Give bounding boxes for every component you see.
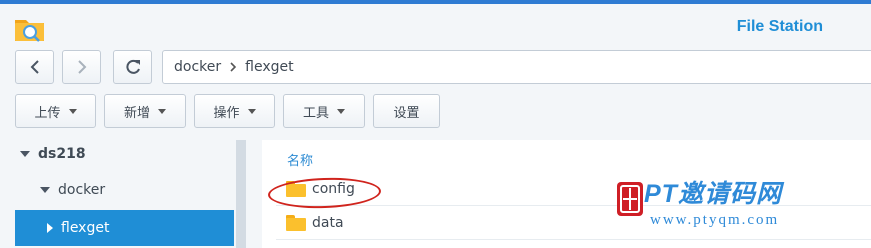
action-button[interactable]: 操作 — [194, 94, 275, 128]
upload-button[interactable]: 上传 — [15, 94, 96, 128]
file-name: data — [312, 215, 344, 231]
settings-button[interactable]: 设置 — [373, 94, 440, 128]
settings-button-label: 设置 — [393, 105, 420, 121]
chevron-left-icon — [30, 60, 39, 74]
upload-button-label: 上传 — [34, 105, 61, 121]
tree-node-flexget[interactable]: flexget — [15, 210, 234, 246]
watermark-title: PT邀请码网 — [644, 180, 782, 208]
tree-node-ds218[interactable]: ds218 — [20, 146, 86, 162]
file-station-app-icon — [15, 20, 44, 42]
back-button[interactable] — [15, 50, 54, 84]
action-button-label: 操作 — [213, 105, 240, 121]
expand-triangle-icon[interactable] — [40, 187, 50, 193]
chevron-right-icon — [229, 62, 237, 72]
app-title: File Station — [736, 18, 823, 35]
breadcrumb-item-flexget[interactable]: flexget — [245, 59, 293, 75]
expand-triangle-icon[interactable] — [20, 151, 30, 157]
column-header-name[interactable]: 名称 — [287, 150, 313, 169]
caret-down-icon — [68, 108, 77, 114]
top-accent-strip — [0, 0, 871, 4]
watermark-url: www.ptyqm.com — [650, 212, 780, 228]
splitter-scrollbar[interactable] — [236, 140, 246, 248]
create-button[interactable]: 新增 — [104, 94, 186, 128]
tree-node-docker[interactable]: docker — [40, 182, 105, 198]
tools-button[interactable]: 工具 — [283, 94, 365, 128]
path-bar[interactable]: docker flexget — [162, 50, 871, 84]
breadcrumb-item-docker[interactable]: docker — [174, 59, 221, 75]
caret-down-icon — [247, 108, 256, 114]
tree-node-label: flexget — [61, 220, 110, 236]
collapsed-triangle-icon[interactable] — [47, 223, 53, 233]
tree-node-label: ds218 — [38, 146, 86, 162]
refresh-button[interactable] — [113, 50, 152, 84]
forward-button[interactable] — [62, 50, 101, 84]
caret-down-icon — [337, 108, 345, 114]
create-button-label: 新增 — [123, 105, 150, 121]
refresh-icon — [125, 59, 140, 74]
folder-icon — [286, 215, 306, 231]
tree-node-label: docker — [58, 182, 106, 198]
tools-button-label: 工具 — [302, 105, 329, 121]
caret-down-icon — [158, 108, 166, 114]
chevron-right-icon — [77, 60, 86, 74]
